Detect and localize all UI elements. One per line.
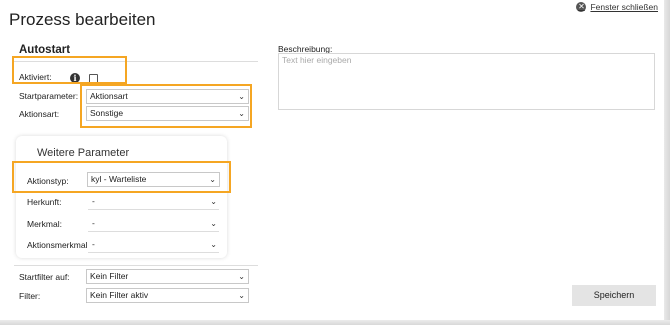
merkmal-label: Merkmal:	[27, 219, 62, 229]
chevron-down-icon: ⌄	[238, 291, 245, 300]
highlight-aktiviert	[12, 56, 127, 84]
dialog-title: Prozess bearbeiten	[9, 10, 156, 29]
autostart-heading: Autostart	[19, 44, 71, 56]
dialog-edge-right	[664, 0, 670, 325]
save-button[interactable]: Speichern	[572, 285, 656, 306]
startfilter-select[interactable]: Kein Filter ⌄	[86, 269, 249, 284]
aktionsmerkmal-select[interactable]: - ⌄	[88, 237, 221, 252]
close-label[interactable]: Fenster schließen	[590, 2, 658, 12]
startfilter-label: Startfilter auf:	[19, 272, 70, 282]
filter-value: Kein Filter aktiv	[90, 290, 149, 300]
close-icon[interactable]: ✕	[576, 2, 587, 12]
aktionsmerkmal-underline	[88, 252, 219, 253]
close-dialog-link[interactable]: ✕ Fenster schließen	[576, 2, 658, 12]
aktionsart-label: Aktionsart:	[19, 109, 60, 119]
merkmal-select[interactable]: - ⌄	[88, 216, 221, 231]
highlight-autostart-fields	[80, 84, 252, 128]
merkmal-value: -	[92, 218, 95, 228]
chevron-down-icon: ⌄	[210, 240, 217, 249]
beschreibung-placeholder: Text hier eingeben	[282, 55, 352, 65]
chevron-down-icon: ⌄	[238, 272, 245, 281]
weitere-parameter-heading: Weitere Parameter	[37, 147, 130, 159]
startparameter-label: Startparameter:	[19, 91, 79, 101]
dialog-edge-bottom	[0, 320, 670, 325]
herkunft-label: Herkunft:	[27, 197, 62, 207]
startfilter-value: Kein Filter	[90, 271, 129, 281]
aktionsmerkmal-label: Aktionsmerkmal	[27, 240, 88, 250]
filter-select[interactable]: Kein Filter aktiv ⌄	[86, 288, 249, 303]
filters-divider	[14, 265, 258, 266]
beschreibung-textarea[interactable]: Text hier eingeben	[278, 53, 655, 110]
filter-label: Filter:	[19, 291, 41, 301]
chevron-down-icon: ⌄	[210, 219, 217, 228]
aktionsmerkmal-value: -	[92, 239, 95, 249]
herkunft-value: -	[92, 196, 95, 206]
highlight-aktionstyp	[12, 161, 231, 193]
herkunft-select[interactable]: - ⌄	[88, 194, 221, 209]
merkmal-underline	[88, 231, 219, 232]
herkunft-underline	[88, 209, 219, 210]
chevron-down-icon: ⌄	[210, 197, 217, 206]
